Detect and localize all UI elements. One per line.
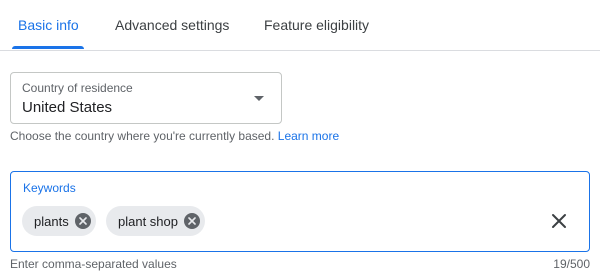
tab-feature-eligibility[interactable]: Feature eligibility: [264, 17, 369, 33]
keywords-input[interactable]: Keywords plants plant shop: [10, 171, 590, 252]
country-helper-message: Choose the country where you're currentl…: [10, 129, 275, 143]
chip-label: plants: [34, 213, 69, 229]
character-counter: 19/500: [553, 257, 590, 271]
country-select-value: United States: [22, 99, 113, 116]
active-tab-indicator: [12, 46, 84, 49]
chip-label: plant shop: [118, 213, 178, 229]
close-icon[interactable]: [549, 211, 569, 231]
tab-bar: Basic info Advanced settings Feature eli…: [0, 0, 600, 51]
tab-basic-info[interactable]: Basic info: [18, 17, 79, 33]
dropdown-arrow-icon[interactable]: [254, 96, 264, 101]
country-select-label: Country of residence: [22, 81, 133, 95]
remove-chip-icon[interactable]: [74, 213, 91, 229]
keyword-chip-plant-shop[interactable]: plant shop: [106, 206, 205, 236]
tab-advanced-settings[interactable]: Advanced settings: [115, 17, 229, 33]
remove-chip-icon[interactable]: [184, 213, 200, 229]
keywords-helper-text: Enter comma-separated values: [10, 257, 177, 271]
country-helper-text: Choose the country where you're currentl…: [10, 129, 339, 143]
keywords-label: Keywords: [23, 181, 76, 195]
keyword-chip-plants[interactable]: plants: [22, 206, 96, 236]
country-select[interactable]: Country of residence United States: [10, 72, 282, 124]
learn-more-link[interactable]: Learn more: [278, 129, 339, 143]
